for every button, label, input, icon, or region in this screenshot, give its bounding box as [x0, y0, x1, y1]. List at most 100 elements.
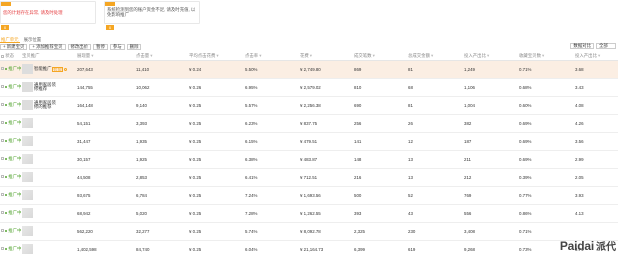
select-all-checkbox[interactable]: [1, 54, 4, 58]
compare-button[interactable]: 数据对比: [570, 43, 594, 49]
notice-dismiss-button-2[interactable]: x: [106, 25, 114, 30]
col-header-impressions[interactable]: 展现量▾: [76, 53, 135, 61]
item-name[interactable]: 通用家居装修的推荐: [34, 100, 58, 110]
resume-button[interactable]: 参与: [109, 44, 125, 50]
col-header-status[interactable]: 状态: [0, 53, 21, 61]
item-name[interactable]: 智能推广: [34, 66, 52, 72]
cell-roi2: 3.68: [574, 60, 618, 79]
item-thumbnail[interactable]: [22, 208, 33, 218]
item-thumbnail[interactable]: [22, 136, 33, 146]
item-thumbnail[interactable]: [22, 172, 33, 182]
table-row[interactable]: 推广中 通用家居装修的推荐 164,148 9,140 ¥ 0.25 5.57% ¥ 2,2…: [0, 96, 618, 115]
cell-status[interactable]: 推广中: [0, 240, 21, 255]
cell-status[interactable]: 推广中: [0, 60, 21, 79]
cell-status[interactable]: 推广中: [0, 132, 21, 151]
item-thumbnail[interactable]: [22, 118, 33, 128]
status-text: 推广中: [8, 228, 21, 233]
col-header-cost[interactable]: 花费▾: [299, 53, 353, 61]
info-icon[interactable]: [64, 67, 68, 71]
item-thumbnail[interactable]: [22, 154, 33, 164]
row-checkbox[interactable]: [1, 103, 4, 107]
cell-item[interactable]: [21, 150, 76, 169]
cell-status[interactable]: 推广中: [0, 186, 21, 205]
row-checkbox[interactable]: [1, 211, 4, 215]
cell-status[interactable]: 推广中: [0, 150, 21, 169]
table-row[interactable]: 推广中 93,675 6,784 ¥ 0.25 7.24% ¥ 1,693.56 500 52…: [0, 186, 618, 205]
cell-status[interactable]: 推广中: [0, 78, 21, 97]
cell-item[interactable]: [21, 132, 76, 151]
add-item-button[interactable]: + 新建宝贝: [0, 44, 28, 50]
sort-icon[interactable]: ▾: [598, 53, 600, 58]
cell-cost: ¥ 479.51: [299, 132, 353, 151]
col-header-item[interactable]: 宝贝推广: [21, 53, 76, 61]
item-thumbnail[interactable]: [22, 244, 33, 254]
table-row[interactable]: 推广中 30,157 1,925 ¥ 0.25 6.38% ¥ 483.87 148 13 21…: [0, 150, 618, 169]
tab-promo-unit[interactable]: 推广单元: [0, 36, 20, 43]
notice-dismiss-button-1[interactable]: x: [1, 25, 9, 30]
row-checkbox[interactable]: [1, 175, 4, 179]
row-checkbox[interactable]: [1, 85, 4, 89]
row-checkbox[interactable]: [1, 139, 4, 143]
cell-status[interactable]: 推广中: [0, 96, 21, 115]
sort-icon[interactable]: ▾: [310, 53, 312, 58]
table-row[interactable]: 推广中 54,151 3,393 ¥ 0.25 6.23% ¥ 837.75 256 26 38…: [0, 114, 618, 133]
cell-status[interactable]: 推广中: [0, 204, 21, 223]
cell-item[interactable]: [21, 222, 76, 241]
col-header-roi2[interactable]: 投入产出比▾: [574, 53, 618, 61]
sort-icon[interactable]: ▾: [373, 53, 375, 58]
item-thumbnail[interactable]: [22, 64, 33, 74]
col-header-orders[interactable]: 成交笔数▾: [353, 53, 407, 61]
item-thumbnail[interactable]: [22, 100, 33, 110]
col-header-amount[interactable]: 总成交金额▾: [407, 53, 463, 61]
col-header-favorites[interactable]: 收藏宝贝数▾: [518, 53, 574, 61]
sort-icon[interactable]: ▾: [487, 53, 489, 58]
sort-icon[interactable]: ▾: [431, 53, 433, 58]
sort-icon[interactable]: ▾: [542, 53, 544, 58]
cell-item[interactable]: [21, 186, 76, 205]
col-header-clicks[interactable]: 点击量▾: [135, 53, 188, 61]
table-row[interactable]: 推广中 31,447 1,935 ¥ 0.25 6.15% ¥ 479.51 141 12 18…: [0, 132, 618, 151]
edit-bid-button[interactable]: 修改出价: [67, 44, 92, 50]
cell-status[interactable]: 推广中: [0, 222, 21, 241]
item-name[interactable]: 通用家居装修推荐: [34, 82, 58, 92]
add-recommended-button[interactable]: + 添加推荐宝贝: [29, 44, 66, 50]
cell-item[interactable]: 通用家居装修推荐: [21, 78, 76, 97]
pause-button[interactable]: 暂停: [93, 44, 108, 50]
row-checkbox[interactable]: [1, 67, 4, 71]
row-checkbox[interactable]: [1, 121, 4, 125]
col-header-roi[interactable]: 投入产出比▾: [463, 53, 518, 61]
table-row[interactable]: 推广中 通用家居装修推荐 144,755 10,062 ¥ 0.26 6.95% ¥ 2,5…: [0, 78, 618, 97]
row-checkbox[interactable]: [1, 229, 4, 233]
filter-select[interactable]: 全部: [596, 43, 616, 49]
cell-item[interactable]: [21, 204, 76, 223]
tab-display-position[interactable]: 展示位置: [23, 36, 43, 43]
status-text: 推广中: [8, 102, 21, 107]
cell-item[interactable]: 智能推广 智能: [21, 60, 76, 79]
cell-roi2: 4.26: [574, 114, 618, 133]
item-thumbnail[interactable]: [22, 226, 33, 236]
row-checkbox[interactable]: [1, 157, 4, 161]
row-checkbox[interactable]: [1, 193, 4, 197]
cell-ctr: 5.74%: [244, 222, 299, 241]
col-header-ctr[interactable]: 点击率▾: [244, 53, 299, 61]
delete-button[interactable]: 删除: [126, 44, 142, 50]
cell-item[interactable]: [21, 114, 76, 133]
sort-icon[interactable]: ▾: [150, 53, 152, 58]
row-checkbox[interactable]: [1, 247, 4, 251]
cell-item[interactable]: [21, 168, 76, 187]
item-thumbnail[interactable]: [22, 190, 33, 200]
sort-icon[interactable]: ▾: [216, 53, 218, 58]
col-header-cpc[interactable]: 平均点击花费▾: [188, 53, 244, 61]
item-thumbnail[interactable]: [22, 82, 33, 92]
table-row[interactable]: 推广中 562,220 32,277 ¥ 0.25 5.74% ¥ 8,092.78 2,3…: [0, 222, 618, 241]
sort-icon[interactable]: ▾: [91, 53, 93, 58]
cell-status[interactable]: 推广中: [0, 168, 21, 187]
table-row[interactable]: 推广中 智能推广 智能 207,643 11,410 ¥ 0.24 5.50% ¥ 2,749…: [0, 60, 618, 79]
table-row[interactable]: 推广中 68,942 5,020 ¥ 0.25 7.28% ¥ 1,262.55 393 43…: [0, 204, 618, 223]
cell-item[interactable]: [21, 240, 76, 255]
table-row[interactable]: 推广中 1,402,598 84,740 ¥ 0.25 6.04% ¥ 21,164.73…: [0, 240, 618, 255]
table-row[interactable]: 推广中 44,508 2,853 ¥ 0.25 6.41% ¥ 712.51 216 13 21…: [0, 168, 618, 187]
sort-icon[interactable]: ▾: [259, 53, 261, 58]
cell-item[interactable]: 通用家居装修的推荐: [21, 96, 76, 115]
cell-status[interactable]: 推广中: [0, 114, 21, 133]
